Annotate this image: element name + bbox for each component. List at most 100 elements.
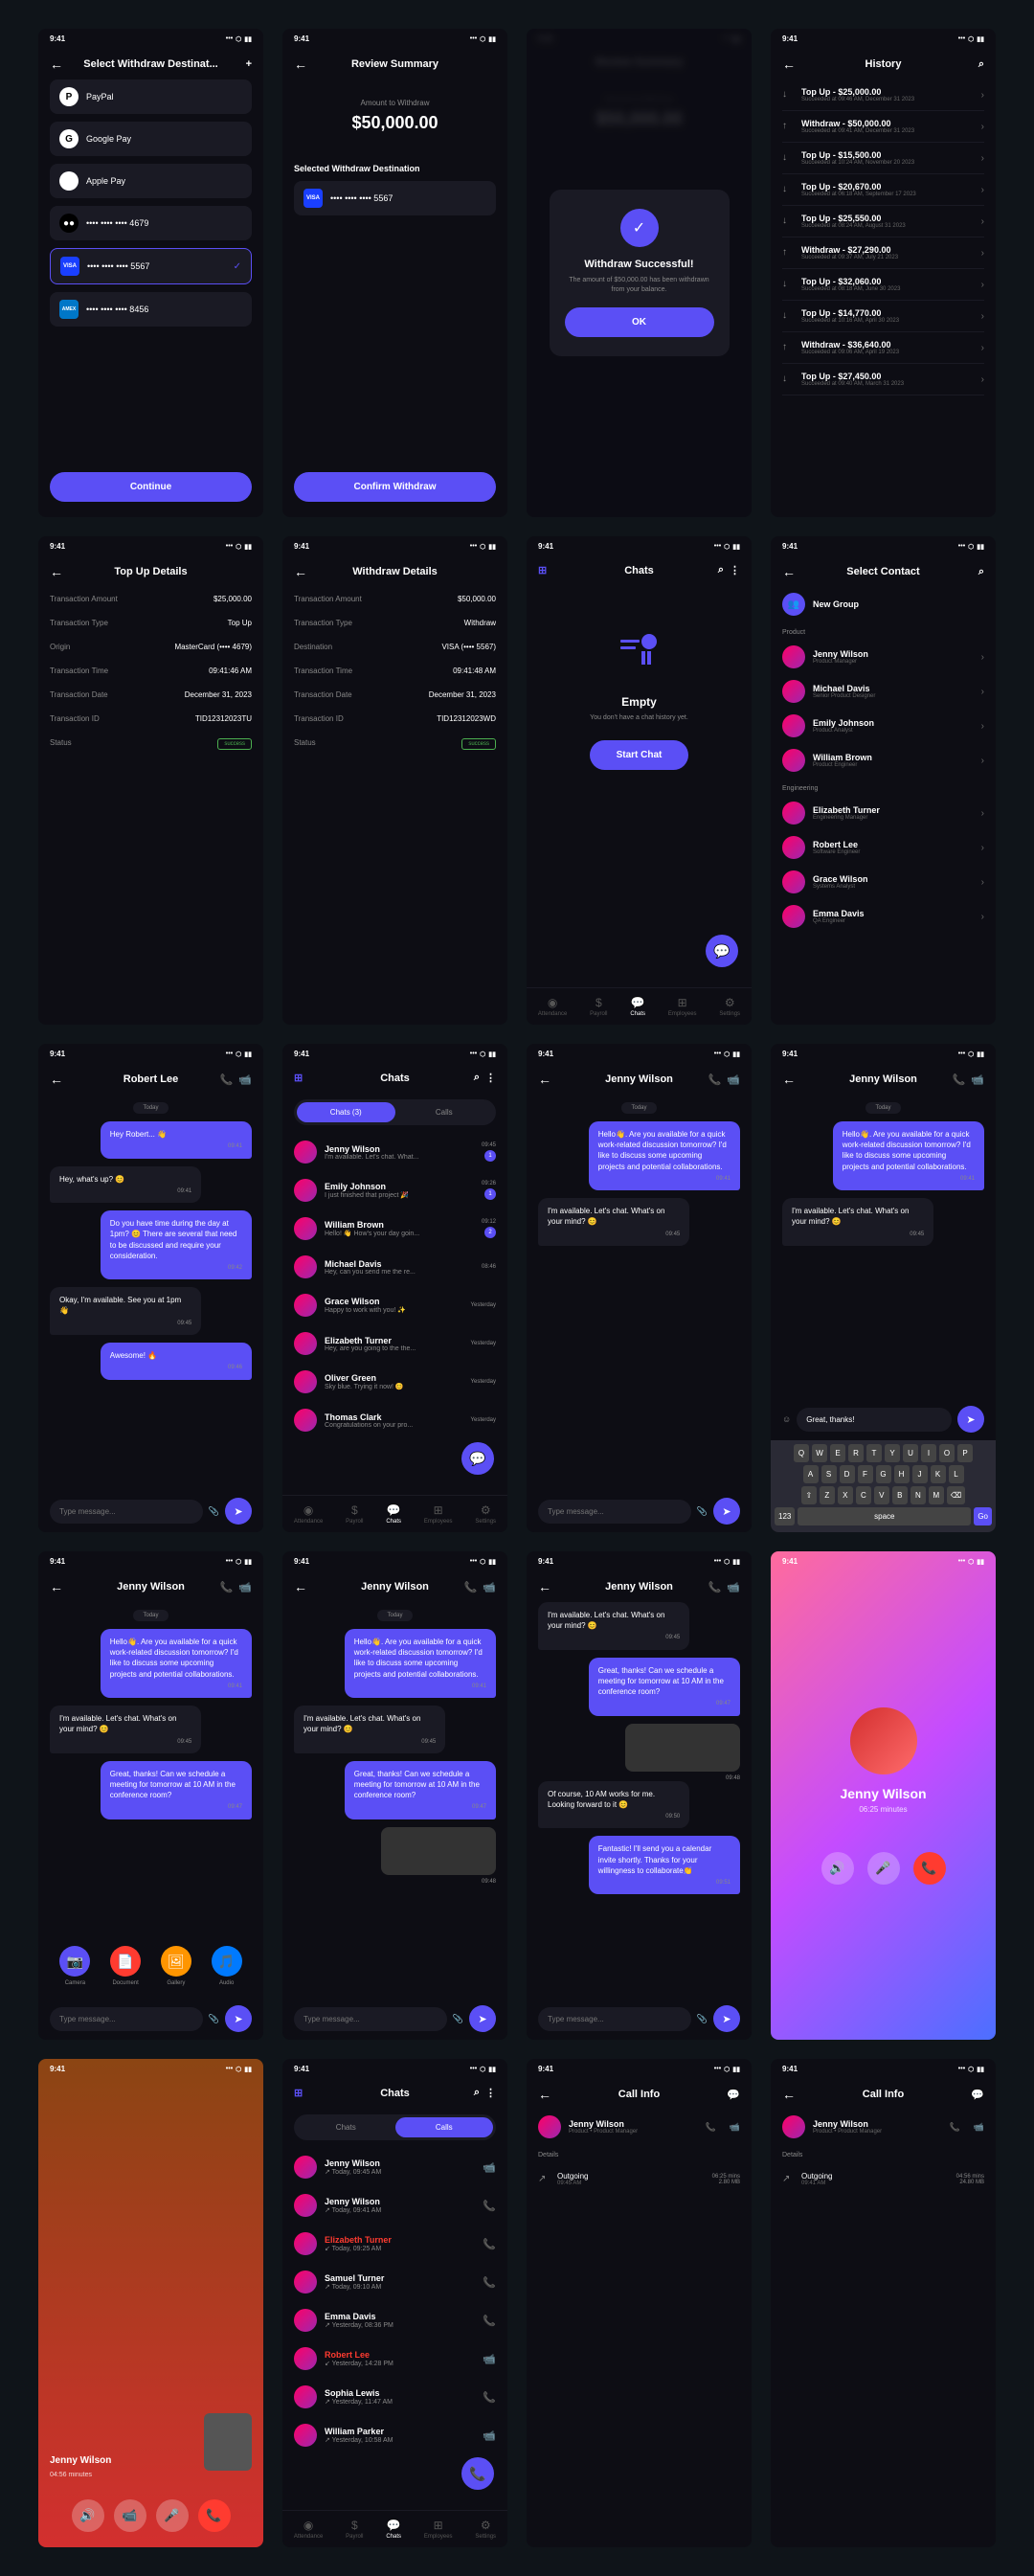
- speaker-button[interactable]: 🔊: [821, 1852, 854, 1885]
- image-message[interactable]: [381, 1827, 496, 1875]
- back-icon[interactable]: ←: [50, 1072, 63, 1087]
- back-icon[interactable]: ←: [294, 1579, 307, 1594]
- mute-button[interactable]: 🎤: [156, 2499, 189, 2532]
- call-icon[interactable]: 📞: [220, 1073, 234, 1086]
- call-icon[interactable]: 📞: [953, 1073, 966, 1086]
- key[interactable]: J: [912, 1465, 928, 1483]
- nav-employees[interactable]: ⊞Employees: [424, 1503, 453, 1525]
- send-button[interactable]: ➤: [957, 1406, 984, 1433]
- fab-new-chat[interactable]: 💬: [461, 1442, 494, 1475]
- key[interactable]: E: [830, 1444, 845, 1462]
- back-icon[interactable]: ←: [782, 56, 796, 72]
- more-icon[interactable]: ⋮: [485, 2087, 496, 2099]
- chat-icon[interactable]: 💬: [727, 2089, 740, 2101]
- attach-icon[interactable]: 📎: [697, 2014, 708, 2024]
- call-icon[interactable]: 📞: [483, 2391, 496, 2404]
- history-item[interactable]: ↑Withdraw - $36,640.00Succeeded at 09:06…: [782, 332, 984, 364]
- nav-chats[interactable]: 💬Chats: [386, 2519, 401, 2540]
- tab-chats[interactable]: Chats (3): [297, 1102, 395, 1122]
- attach-icon[interactable]: 📎: [697, 1506, 708, 1517]
- message-input[interactable]: [50, 1500, 203, 1524]
- key[interactable]: K: [931, 1465, 946, 1483]
- search-icon[interactable]: ⌕: [978, 58, 984, 71]
- back-icon[interactable]: ←: [294, 56, 307, 72]
- call-list-item[interactable]: Samuel Turner↗ Today, 09:10 AM📞: [282, 2263, 507, 2301]
- back-icon[interactable]: ←: [294, 564, 307, 579]
- key[interactable]: B: [892, 1486, 908, 1504]
- call-icon[interactable]: 📞: [708, 1581, 722, 1593]
- video-icon[interactable]: 📹: [974, 2122, 984, 2133]
- video-icon[interactable]: 📹: [971, 1073, 984, 1086]
- nav-payroll[interactable]: $Payroll: [590, 996, 607, 1017]
- history-item[interactable]: ↓Top Up - $20,670.00Succeeded at 06:18 A…: [782, 174, 984, 206]
- call-icon[interactable]: 📞: [483, 2315, 496, 2327]
- nav-chats[interactable]: 💬Chats: [386, 1503, 401, 1525]
- call-icon[interactable]: 📞: [483, 2200, 496, 2212]
- key[interactable]: H: [894, 1465, 910, 1483]
- nav-payroll[interactable]: $Payroll: [346, 1503, 363, 1525]
- end-call-button[interactable]: 📞: [198, 2499, 231, 2532]
- attach-gallery[interactable]: 🖼Gallery: [161, 1946, 191, 1986]
- contact-item[interactable]: Jenny WilsonProduct Manager›: [782, 640, 984, 674]
- key[interactable]: U: [903, 1444, 918, 1462]
- payment-option[interactable]: PPayPal: [50, 79, 252, 114]
- key[interactable]: Q: [794, 1444, 809, 1462]
- search-icon[interactable]: ⌕: [978, 566, 984, 578]
- add-icon[interactable]: +: [246, 58, 252, 70]
- send-button[interactable]: ➤: [713, 2005, 740, 2032]
- key[interactable]: R: [848, 1444, 864, 1462]
- nav-settings[interactable]: ⚙Settings: [475, 1503, 496, 1525]
- history-item[interactable]: ↓Top Up - $25,550.00Succeeded at 08:24 A…: [782, 206, 984, 237]
- nav-attendance[interactable]: ◉Attendance: [538, 996, 567, 1017]
- key[interactable]: O: [939, 1444, 955, 1462]
- back-icon[interactable]: ←: [50, 56, 63, 72]
- back-icon[interactable]: ←: [50, 1579, 63, 1594]
- key[interactable]: F: [858, 1465, 873, 1483]
- nav-attendance[interactable]: ◉Attendance: [294, 1503, 323, 1525]
- payment-option[interactable]: AMEX•••• •••• •••• 8456: [50, 292, 252, 327]
- back-icon[interactable]: ←: [538, 1072, 551, 1087]
- image-message[interactable]: [625, 1724, 740, 1772]
- send-button[interactable]: ➤: [225, 1498, 252, 1525]
- chat-list-item[interactable]: William BrownHello! 👋 How's your day goi…: [282, 1209, 507, 1248]
- chat-list-item[interactable]: Thomas ClarkCongratulations on your pro.…: [282, 1401, 507, 1439]
- call-list-item[interactable]: Elizabeth Turner↙ Today, 09:25 AM📞: [282, 2225, 507, 2263]
- key[interactable]: C: [856, 1486, 871, 1504]
- attach-audio[interactable]: 🎵Audio: [212, 1946, 242, 1986]
- back-icon[interactable]: ←: [782, 2087, 796, 2102]
- call-list-item[interactable]: Emma Davis↗ Yesterday, 08:36 PM📞: [282, 2301, 507, 2339]
- call-list-item[interactable]: Jenny Wilson↗ Today, 09:45 AM📹: [282, 2148, 507, 2186]
- call-list-item[interactable]: Sophia Lewis↗ Yesterday, 11:47 AM📞: [282, 2378, 507, 2416]
- video-icon[interactable]: 📹: [730, 2122, 740, 2133]
- message-input[interactable]: [50, 2007, 203, 2031]
- key[interactable]: M: [929, 1486, 944, 1504]
- send-button[interactable]: ➤: [225, 2005, 252, 2032]
- key[interactable]: V: [874, 1486, 889, 1504]
- attach-camera[interactable]: 📷Camera: [59, 1946, 90, 1986]
- payment-option[interactable]: Apple Pay: [50, 164, 252, 198]
- continue-button[interactable]: Continue: [50, 472, 252, 502]
- nav-settings[interactable]: ⚙Settings: [719, 996, 740, 1017]
- send-button[interactable]: ➤: [713, 1498, 740, 1525]
- nav-chats[interactable]: 💬Chats: [630, 996, 645, 1017]
- fab-new-chat[interactable]: 💬: [706, 935, 738, 967]
- chat-list-item[interactable]: Grace WilsonHappy to work with you! ✨Yes…: [282, 1286, 507, 1324]
- contact-item[interactable]: Elizabeth TurnerEngineering Manager›: [782, 796, 984, 830]
- back-icon[interactable]: ←: [538, 1579, 551, 1594]
- fab-new-call[interactable]: 📞: [461, 2457, 494, 2490]
- key[interactable]: G: [876, 1465, 891, 1483]
- call-icon[interactable]: 📞: [950, 2122, 960, 2133]
- key[interactable]: L: [949, 1465, 964, 1483]
- nav-payroll[interactable]: $Payroll: [346, 2519, 363, 2540]
- key[interactable]: Y: [885, 1444, 900, 1462]
- video-icon[interactable]: 📹: [483, 2353, 496, 2365]
- contact-item[interactable]: Grace WilsonSystems Analyst›: [782, 865, 984, 899]
- call-list-item[interactable]: Jenny Wilson↗ Today, 09:41 AM📞: [282, 2186, 507, 2225]
- more-icon[interactable]: ⋮: [485, 1072, 496, 1084]
- back-icon[interactable]: ←: [782, 564, 796, 579]
- more-icon[interactable]: ⋮: [730, 564, 740, 576]
- key[interactable]: Z: [820, 1486, 835, 1504]
- video-icon[interactable]: 📹: [483, 2429, 496, 2442]
- video-icon[interactable]: 📹: [238, 1073, 252, 1086]
- video-icon[interactable]: 📹: [483, 2161, 496, 2174]
